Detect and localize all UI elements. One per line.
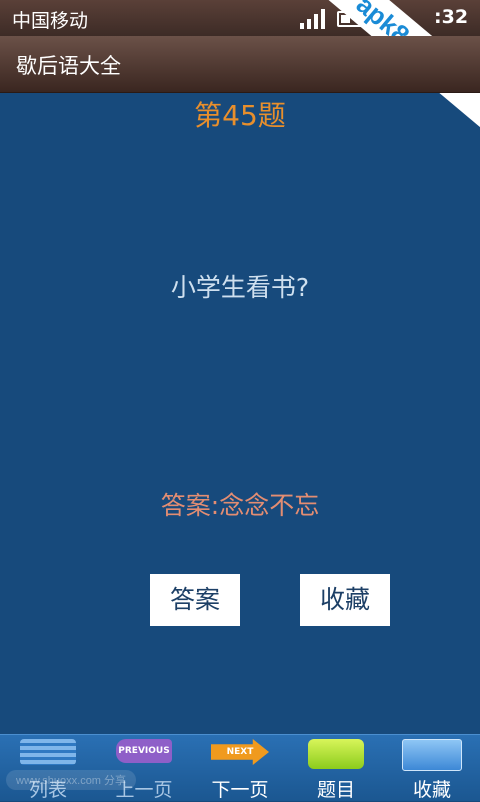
topics-icon	[308, 739, 364, 769]
previous-icon: PREVIOUS	[116, 739, 172, 763]
app-title: 歇后语大全	[16, 54, 121, 78]
status-bar: 中国移动 :32 apk8.com	[0, 0, 480, 128]
title-bar: 歇后语大全	[0, 36, 480, 93]
nav-item-next[interactable]: NEXT 下一页	[192, 735, 288, 801]
bottom-nav: 列表 PREVIOUS 上一页 NEXT 下一页 题目 收藏	[0, 734, 480, 801]
nav-item-previous[interactable]: PREVIOUS 上一页	[96, 735, 192, 801]
show-answer-button[interactable]: 答案	[150, 574, 240, 626]
nav-label-next: 下一页	[211, 779, 269, 801]
question-text: 小学生看书?	[170, 273, 310, 302]
status-clock: :32	[434, 6, 469, 28]
nav-item-favorites[interactable]: 收藏	[384, 735, 480, 801]
signal-icon	[300, 9, 326, 29]
nav-label-topics: 题目	[316, 779, 355, 801]
nav-item-list[interactable]: 列表	[0, 735, 96, 801]
carrier-name: 中国移动	[12, 10, 89, 32]
next-icon: NEXT	[211, 739, 269, 765]
favorite-button[interactable]: 收藏	[300, 574, 390, 626]
favorite-icon	[402, 739, 462, 771]
question-number: 第45题	[194, 99, 286, 132]
nav-item-topics[interactable]: 题目	[288, 735, 384, 801]
list-icon	[20, 739, 76, 765]
nav-label-favorites: 收藏	[412, 779, 451, 801]
site-watermark: www.shuoxx.com 分享	[6, 770, 137, 790]
answer-text: 答案:念念不忘	[160, 491, 320, 520]
